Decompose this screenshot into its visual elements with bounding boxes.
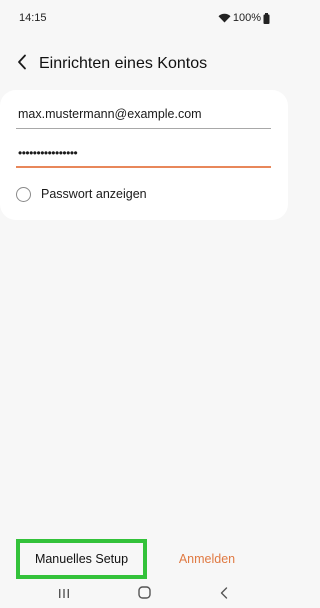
nav-back-button[interactable]: [212, 584, 236, 606]
back-button[interactable]: [2, 44, 42, 84]
header: Einrichten eines Kontos: [0, 44, 288, 84]
recent-apps-button[interactable]: [52, 584, 76, 606]
show-password-label: Passwort anzeigen: [41, 187, 147, 201]
email-field[interactable]: [16, 104, 271, 129]
manual-setup-button[interactable]: Manuelles Setup: [16, 539, 147, 579]
password-input[interactable]: [16, 143, 271, 166]
battery-icon: [263, 12, 270, 24]
status-bar: 14:15 100%: [0, 0, 288, 36]
battery-percent: 100%: [232, 12, 261, 24]
status-icons: 100%: [218, 12, 270, 24]
account-form-card: Passwort anzeigen: [0, 90, 288, 220]
password-field[interactable]: [16, 143, 271, 168]
wifi-icon: [218, 13, 231, 23]
page-title: Einrichten eines Kontos: [39, 55, 208, 72]
show-password-checkbox[interactable]: [16, 186, 31, 202]
login-button[interactable]: Anmelden: [163, 539, 251, 579]
show-password-row[interactable]: Passwort anzeigen: [16, 184, 147, 204]
back-icon: [220, 586, 228, 604]
navigation-bar: [0, 580, 288, 608]
status-time: 14:15: [19, 12, 47, 24]
email-input[interactable]: [16, 104, 271, 128]
screen: 14:15 100% Einrichten eines Kontos max.m…: [0, 0, 288, 608]
home-button[interactable]: [132, 584, 156, 606]
chevron-left-icon: [17, 54, 27, 75]
home-icon: [137, 586, 151, 604]
recent-apps-icon: [58, 586, 70, 604]
